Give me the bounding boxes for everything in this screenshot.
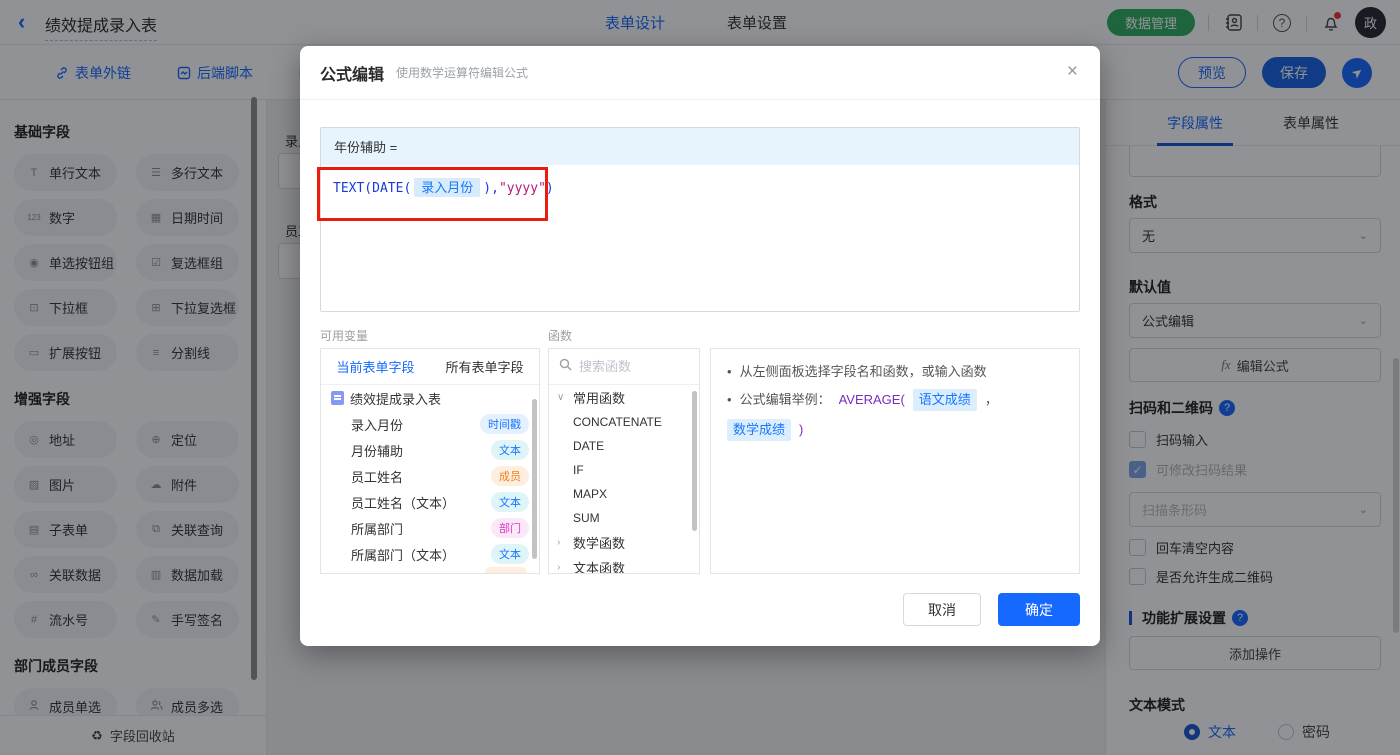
functions-label: 函数 <box>548 327 572 344</box>
type-badge: 文本 <box>491 492 529 512</box>
function-item[interactable]: SUM <box>549 506 699 530</box>
confirm-button[interactable]: 确定 <box>998 593 1080 626</box>
chevron-right-icon: › <box>557 562 567 573</box>
variables-label: 可用变量 <box>320 327 368 344</box>
function-item[interactable]: IF <box>549 458 699 482</box>
formula-token: ) <box>546 181 554 196</box>
form-doc-icon <box>331 391 344 405</box>
type-badge: 时间戳 <box>480 414 529 434</box>
formula-help-panel: • 从左侧面板选择字段名和函数，或输入函数 • 公式编辑举例：AVERAGE( … <box>710 348 1080 574</box>
tab-current-form-fields[interactable]: 当前表单字段 <box>321 349 430 384</box>
variables-root-node[interactable]: 绩效提成录入表 <box>321 385 539 411</box>
variable-row[interactable]: 所属部门（文本） 文本 <box>321 541 539 567</box>
type-badge: 成员 <box>491 466 529 486</box>
example-field-chip: 数学成绩 <box>727 419 791 441</box>
variables-panel: 当前表单字段 所有表单字段 绩效提成录入表 录入月份 时间戳 月份辅助 文本 员… <box>320 348 540 574</box>
example-function: AVERAGE( <box>839 390 905 410</box>
chevron-right-icon: › <box>557 537 567 548</box>
function-group-common[interactable]: ∨ 常用函数 <box>549 385 699 410</box>
variables-scrollbar[interactable] <box>532 399 537 559</box>
help-text: 从左侧面板选择字段名和函数，或输入函数 <box>740 362 987 382</box>
example-field-chip: 语文成绩 <box>913 389 977 411</box>
close-icon[interactable]: × <box>1067 62 1078 82</box>
formula-editor[interactable]: 年份辅助 = TEXT(DATE(录入月份),"yyyy") <box>320 127 1080 312</box>
formula-target: 年份辅助 = <box>321 128 1079 165</box>
function-group-text[interactable]: › 文本函数 <box>549 555 699 574</box>
help-example-label: 公式编辑举例： <box>740 390 831 410</box>
field-chip[interactable]: 录入月份 <box>414 178 480 197</box>
functions-scrollbar[interactable] <box>692 391 697 531</box>
example-close-paren: ) <box>799 420 803 440</box>
type-badge: 文本 <box>491 440 529 460</box>
function-item[interactable]: MAPX <box>549 482 699 506</box>
search-icon <box>559 358 572 376</box>
formula-code[interactable]: TEXT(DATE(录入月份),"yyyy") <box>321 165 1079 208</box>
chevron-down-icon: ∨ <box>557 392 567 403</box>
variable-row[interactable]: 所属部门 部门 <box>321 515 539 541</box>
function-item[interactable]: CONCATENATE <box>549 410 699 434</box>
function-search-input[interactable] <box>579 359 679 374</box>
cancel-button[interactable]: 取消 <box>903 593 981 626</box>
variable-row[interactable]: 员工姓名（文本） 文本 <box>321 489 539 515</box>
type-badge: 文本 <box>491 544 529 564</box>
partial-badge <box>485 567 527 573</box>
variable-row[interactable]: 录入月份 时间戳 <box>321 411 539 437</box>
bullet: • <box>727 362 732 382</box>
function-search[interactable] <box>549 349 699 385</box>
formula-token: ), <box>483 181 499 196</box>
bullet: • <box>727 390 732 410</box>
variable-row[interactable]: 员工姓名 成员 <box>321 463 539 489</box>
functions-panel: ∨ 常用函数 CONCATENATE DATE IF MAPX SUM › 数学… <box>548 348 700 574</box>
function-group-math[interactable]: › 数学函数 <box>549 530 699 555</box>
dialog-subtitle: 使用数学运算符编辑公式 <box>396 64 528 81</box>
tab-all-form-fields[interactable]: 所有表单字段 <box>430 349 539 384</box>
variable-row[interactable]: 月份辅助 文本 <box>321 437 539 463</box>
formula-token: TEXT(DATE( <box>333 181 411 196</box>
formula-editor-dialog: 公式编辑 使用数学运算符编辑公式 × 年份辅助 = TEXT(DATE(录入月份… <box>300 46 1100 646</box>
formula-string-token: "yyyy" <box>499 181 546 196</box>
type-badge: 部门 <box>491 518 529 538</box>
separator: ， <box>985 390 998 410</box>
dialog-title: 公式编辑 <box>320 61 384 85</box>
function-item[interactable]: DATE <box>549 434 699 458</box>
